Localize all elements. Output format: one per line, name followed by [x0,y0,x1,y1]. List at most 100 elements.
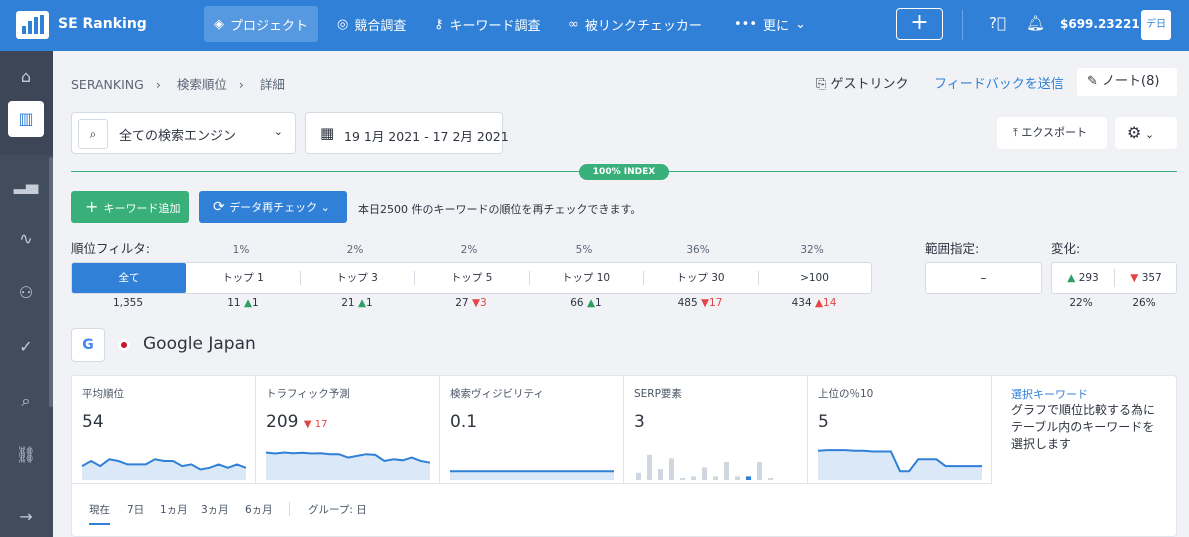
serp-bar [746,476,751,480]
notes-button[interactable]: ✎ ノート(8) [1077,68,1177,96]
japan-flag-icon [118,339,130,351]
sparkline-area [450,471,614,480]
breadcrumb: SERANKING › 検索順位 › 詳細 [71,74,297,93]
balance[interactable]: $699.23221 [1060,17,1140,31]
breadcrumb-seranking[interactable]: SERANKING [71,77,144,92]
index-badge: 100% INDEX [579,164,669,180]
chevron-right-icon: › [155,77,161,92]
recheck-data-button[interactable]: ⟳ データ再チェック ⌄ [199,191,347,223]
help-icon[interactable]: ?⃝ [989,14,1006,32]
filter-top30[interactable]: トップ 30 [643,263,758,293]
metric-card-avg-position[interactable]: 平均順位 54 [72,376,256,484]
filter-pct: 32% [800,244,824,256]
filter-count: 11 ▲1 [227,297,259,309]
analytics-icon[interactable]: ∿ [8,221,44,257]
audit-icon[interactable]: ⌕ [8,383,44,419]
refresh-icon: ⟳ [213,199,230,215]
group-by-selector[interactable]: グループ: 日 [308,502,367,517]
chevron-down-icon: ⌄ [1141,128,1155,141]
metric-card-visibility[interactable]: 検索ヴィジビリティ 0.1 [440,376,624,484]
chevron-right-icon: › [238,77,244,92]
serp-bar [658,469,663,480]
date-range-picker[interactable]: ▦ 19 1月 2021 - 17 2月 2021 [305,112,509,154]
filter-top10[interactable]: トップ 10 [529,263,643,293]
range-input[interactable]: – [925,262,1042,294]
add-button[interactable]: + [896,8,943,40]
nav-backlink-checker[interactable]: ∞ 被リンクチェッカー [558,6,712,42]
change-down-button[interactable]: ▼ 357 [1115,263,1177,293]
serp-bar [735,476,740,480]
layers-icon: ◈ [214,16,224,32]
position-filter-label: 順位フィルタ: [71,241,150,256]
filter-top1[interactable]: トップ 1 [186,263,300,293]
recheck-note: 本日2500 件のキーワードの順位を再チェックできます。 [358,203,642,216]
settings-button[interactable]: ⚙ ⌄ [1115,117,1177,149]
tab-7d[interactable]: 7日 [127,502,144,517]
brand-name[interactable]: SE Ranking [58,16,147,32]
target-icon: ◎ [337,16,349,32]
rankings-icon[interactable]: ▥ [8,101,44,137]
serp-bar [757,462,762,480]
metric-title: トラフィック予測 [266,388,350,400]
change-up-button[interactable]: ▲ 293 [1052,263,1114,293]
chevron-down-icon: ⌄ [317,201,330,214]
nav-projects[interactable]: ◈ プロジェクト [204,6,319,42]
serp-bar [647,454,652,480]
filter-top3[interactable]: トップ 3 [300,263,414,293]
serp-bar [636,472,641,480]
filter-count: 434 ▲14 [791,297,837,309]
feedback-link[interactable]: フィードバックを送信 [934,73,1064,92]
nav-competitor-research[interactable]: ◎ 競合調査 [327,6,416,42]
tab-3m[interactable]: 3ヵ月 [201,502,229,517]
metric-title: 上位の％10 [818,388,874,400]
nav-more[interactable]: ••• 更に ⌄ [724,6,816,42]
search-icon: ⌕ [78,119,108,149]
filter-pct: 2% [346,244,364,256]
metric-card-serp-features[interactable]: SERP要素 3 [624,376,808,484]
breadcrumb-rankings[interactable]: 検索順位 [177,77,227,92]
serp-bar [669,458,674,480]
metric-title: SERP要素 [634,388,682,400]
export-button[interactable]: ⤒ エクスポート [997,117,1107,149]
select-keyword-desc: グラフで順位比較する為にテーブル内のキーワードを選択します [1011,403,1156,451]
filter-all[interactable]: 全て [72,263,186,293]
nav-keyword-research[interactable]: ⚷ キーワード調査 [424,6,551,42]
sparkline-area [818,450,982,480]
filter-over100[interactable]: >100 [758,263,871,293]
serp-bars [636,454,773,480]
se-ranking-logo-icon[interactable] [16,11,49,39]
share-icon: ⎘ [816,77,831,92]
filter-count: 1,355 [112,297,144,309]
search-engine-dropdown[interactable]: ⌕ 全ての検索エンジン ⌄ [71,112,296,154]
language-switch[interactable]: デ日 [1141,10,1171,40]
filter-top5[interactable]: トップ 5 [414,263,529,293]
checklist-icon[interactable]: ✓ [8,329,44,365]
metric-value: 5 [818,412,829,432]
sidebar-scrollbar[interactable] [49,157,53,407]
backlinks-icon[interactable]: ⛓︎ [8,437,44,473]
home-icon[interactable]: ⌂ [8,59,44,95]
expand-arrow-icon[interactable]: → [8,499,44,535]
metric-card-traffic-forecast[interactable]: トラフィック予測 209 ▼ 17 [256,376,440,484]
bar-chart-icon[interactable]: ▂▄ [8,167,44,203]
metric-value: 3 [634,412,645,432]
bell-icon[interactable]: 🔔︎ [1026,14,1045,32]
change-down-pct: 26% [1132,297,1156,309]
metric-title: 検索ヴィジビリティ [450,388,544,400]
tab-6m[interactable]: 6ヵ月 [245,502,273,517]
serp-bar [724,462,729,480]
metric-title: 平均順位 [82,388,124,400]
tab-current[interactable]: 現在 [89,502,110,525]
competitors-icon[interactable]: ⚇ [8,275,44,311]
filter-pct: 2% [460,244,478,256]
tab-1m[interactable]: 1ヵ月 [160,502,188,517]
google-logo-icon: G [71,328,105,362]
select-keyword-title[interactable]: 選択キーワード [1011,386,1088,402]
add-keyword-button[interactable]: + キーワード追加 [71,191,189,223]
sparkline [450,470,614,480]
position-filter-bar: 全て トップ 1 トップ 3 トップ 5 トップ 10 トップ 30 >100 [71,262,872,294]
guest-link[interactable]: ⎘ ゲストリンク [816,73,909,92]
sparkline [265,451,431,480]
metric-card-top10[interactable]: 上位の％10 5 [808,376,992,484]
range-label: 範囲指定: [925,241,980,256]
